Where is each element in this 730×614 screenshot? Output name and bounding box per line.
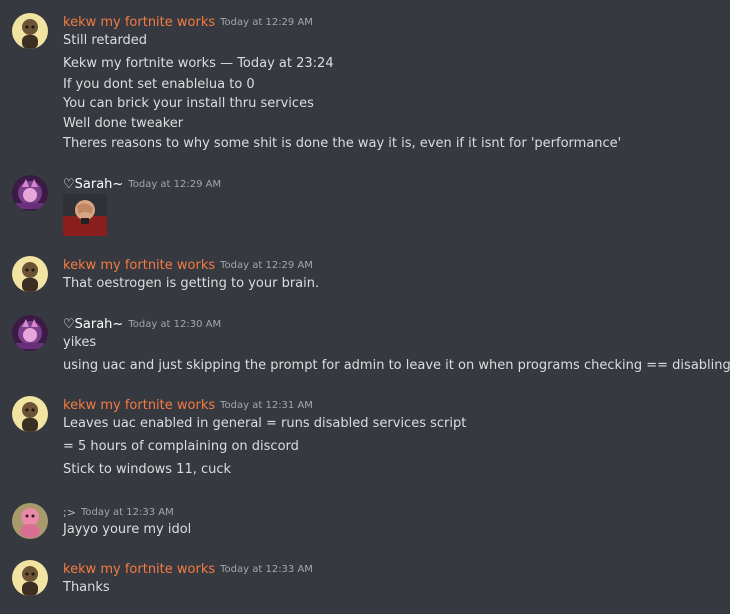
message-header: ♡Sarah~ Today at 12:29 AM (63, 175, 221, 193)
message-text: Kekw my fortnite works — Today at 23:24 (63, 56, 334, 71)
message-header: kekw my fortnite works Today at 12:33 AM (63, 560, 313, 578)
message-text: You can brick your install thru services (63, 96, 314, 111)
message-header: kekw my fortnite works Today at 12:29 AM (63, 256, 313, 274)
username[interactable]: kekw my fortnite works (63, 257, 215, 275)
message-text: Well done tweaker (63, 116, 184, 131)
message-text: Stick to windows 11, cuck (63, 462, 232, 477)
timestamp: Today at 12:33 AM (80, 506, 174, 518)
message-text: yikes (63, 335, 97, 350)
facepalm-image[interactable] (63, 194, 107, 236)
username[interactable]: ♡Sarah~ (63, 176, 123, 194)
timestamp: Today at 12:30 AM (128, 318, 222, 330)
username[interactable]: kekw my fortnite works (63, 397, 215, 415)
username[interactable]: kekw my fortnite works (63, 561, 215, 579)
sarah-avatar-icon[interactable] (12, 175, 48, 211)
message-text: That oestrogen is getting to your brain. (63, 276, 320, 291)
message-text: Jayyo youre my idol (63, 522, 192, 537)
message-text: If you dont set enablelua to 0 (63, 77, 255, 92)
sarah-avatar-icon[interactable] (12, 315, 48, 351)
message-text: Leaves uac enabled in general = runs dis… (63, 416, 467, 431)
timestamp: Today at 12:29 AM (220, 16, 313, 28)
chat-message-list: kekw my fortnite works Today at 12:29 AM … (0, 0, 730, 614)
message-text: Theres reasons to why some shit is done … (63, 136, 622, 151)
message-header: ♡Sarah~ Today at 12:30 AM (63, 315, 221, 333)
message-header: kekw my fortnite works Today at 12:31 AM (63, 396, 313, 414)
kekw-avatar-icon[interactable] (12, 396, 48, 432)
kekw-avatar-icon[interactable] (12, 256, 48, 292)
message-header: ;> Today at 12:33 AM (63, 503, 174, 521)
timestamp: Today at 12:31 AM (220, 399, 313, 411)
timestamp: Today at 12:33 AM (220, 563, 313, 575)
message-header: kekw my fortnite works Today at 12:29 AM (63, 13, 313, 31)
username[interactable]: ;> (63, 504, 76, 522)
kekw-avatar-icon[interactable] (12, 560, 48, 596)
username[interactable]: ♡Sarah~ (63, 316, 123, 334)
message-text: Still retarded (63, 33, 148, 48)
username[interactable]: kekw my fortnite works (63, 14, 215, 32)
kekw-avatar-icon[interactable] (12, 13, 48, 49)
message-text: using uac and just skipping the prompt f… (63, 358, 730, 373)
timestamp: Today at 12:29 AM (220, 259, 313, 271)
message-text: = 5 hours of complaining on discord (63, 439, 299, 454)
timestamp: Today at 12:29 AM (128, 178, 222, 190)
message-text: Thanks (63, 580, 110, 595)
pink-panther-avatar-icon[interactable] (12, 503, 48, 539)
